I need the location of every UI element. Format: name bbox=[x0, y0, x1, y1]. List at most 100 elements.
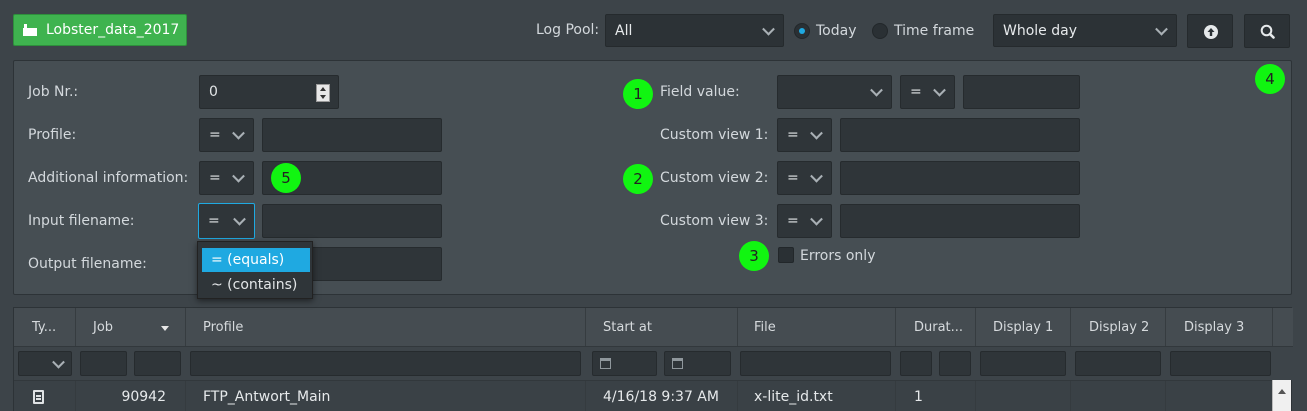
chevron-down-icon bbox=[933, 83, 946, 97]
job-filter-to[interactable] bbox=[134, 351, 181, 376]
column-header-duration[interactable]: Durat... bbox=[896, 308, 976, 346]
field-value-field-select[interactable] bbox=[777, 75, 892, 109]
cell-display-2 bbox=[1071, 381, 1166, 411]
dropdown-option-equals[interactable]: = (equals) bbox=[202, 248, 310, 272]
operator-dropdown-menu: = (equals) ~ (contains) bbox=[197, 241, 313, 299]
display-3-filter-input[interactable] bbox=[1170, 351, 1271, 376]
column-header-job[interactable]: Job bbox=[76, 308, 186, 346]
log-pool-value: All bbox=[615, 22, 633, 39]
annotation-marker-1: 1 bbox=[623, 79, 653, 109]
custom-view-3-input[interactable] bbox=[840, 204, 1080, 238]
chevron-down-icon bbox=[1155, 22, 1168, 36]
output-filename-label: Output filename: bbox=[28, 256, 147, 272]
cell-job: 90942 bbox=[76, 381, 186, 411]
calendar-icon[interactable] bbox=[600, 358, 611, 369]
search-button[interactable] bbox=[1244, 14, 1290, 48]
profile-operator-select[interactable]: = bbox=[199, 118, 254, 152]
column-header-profile[interactable]: Profile bbox=[186, 308, 586, 346]
custom-view-2-operator-select[interactable]: = bbox=[777, 161, 832, 195]
annotation-marker-2: 2 bbox=[623, 164, 653, 194]
field-value-operator-select[interactable]: = bbox=[900, 75, 955, 109]
cell-type bbox=[14, 381, 76, 411]
range-value: Whole day bbox=[1003, 22, 1077, 39]
column-header-type[interactable]: Ty... bbox=[14, 308, 76, 346]
profile-operator-value: = bbox=[209, 127, 221, 143]
display-1-filter-input[interactable] bbox=[980, 351, 1066, 376]
input-filename-operator-select[interactable]: = bbox=[198, 203, 255, 239]
custom-view-2-label: Custom view 2: bbox=[660, 170, 769, 186]
custom-view-1-operator-select[interactable]: = bbox=[777, 118, 832, 152]
input-filename-input[interactable] bbox=[262, 204, 442, 238]
additional-operator-value: = bbox=[209, 170, 221, 186]
log-pool-select[interactable]: All bbox=[605, 14, 784, 47]
field-value-input[interactable] bbox=[963, 75, 1080, 109]
annotation-marker-3: 3 bbox=[739, 241, 769, 271]
duration-filter-from[interactable] bbox=[900, 351, 932, 376]
cell-display-1 bbox=[976, 381, 1071, 411]
job-nr-label: Job Nr.: bbox=[28, 84, 79, 100]
additional-operator-select[interactable]: = bbox=[199, 161, 254, 195]
job-filter-from[interactable] bbox=[80, 351, 127, 376]
job-nr-value: 0 bbox=[209, 84, 218, 100]
errors-only-checkbox[interactable] bbox=[778, 247, 794, 263]
search-icon bbox=[1260, 24, 1275, 39]
field-value-label: Field value: bbox=[660, 84, 740, 100]
column-header-display-3[interactable]: Display 3 bbox=[1166, 308, 1273, 346]
profile-selector-button[interactable]: Lobster_data_2017 bbox=[13, 14, 187, 46]
cell-duration: 1 bbox=[896, 381, 976, 411]
sort-descending-icon bbox=[161, 326, 169, 331]
job-nr-input[interactable]: 0 bbox=[199, 75, 339, 109]
chevron-down-icon bbox=[810, 126, 823, 140]
upload-button[interactable] bbox=[1187, 14, 1233, 48]
column-header-display-2[interactable]: Display 2 bbox=[1071, 308, 1166, 346]
profile-input[interactable] bbox=[262, 118, 442, 152]
chevron-down-icon bbox=[810, 169, 823, 183]
radio-today[interactable] bbox=[794, 23, 810, 39]
additional-information-label: Additional information: bbox=[28, 170, 189, 186]
custom-view-1-input[interactable] bbox=[840, 118, 1080, 152]
cell-profile: FTP_Antwort_Main bbox=[186, 381, 586, 411]
chevron-down-icon bbox=[810, 212, 823, 226]
chevron-down-icon bbox=[233, 212, 246, 226]
custom-view-3-label: Custom view 3: bbox=[660, 213, 769, 229]
chevron-down-icon bbox=[762, 22, 775, 36]
custom-view-2-input[interactable] bbox=[840, 161, 1080, 195]
file-filter-input[interactable] bbox=[740, 351, 891, 376]
document-icon bbox=[33, 390, 44, 404]
type-filter-select[interactable] bbox=[18, 351, 72, 376]
range-select[interactable]: Whole day bbox=[993, 14, 1177, 47]
custom-view-1-operator-value: = bbox=[787, 127, 799, 143]
custom-view-1-label: Custom view 1: bbox=[660, 127, 769, 143]
log-pool-label: Log Pool: bbox=[536, 22, 600, 38]
table-row[interactable]: 90942 FTP_Antwort_Main 4/16/18 9:37 AM x… bbox=[14, 380, 1273, 411]
radio-time-frame[interactable] bbox=[872, 23, 888, 39]
spinner-icon[interactable] bbox=[316, 84, 330, 102]
calendar-icon[interactable] bbox=[672, 358, 683, 369]
custom-view-2-operator-value: = bbox=[787, 170, 799, 186]
radio-time-frame-label: Time frame bbox=[894, 23, 975, 39]
chevron-down-icon bbox=[870, 83, 883, 97]
top-bar: Lobster_data_2017 Log Pool: All Today Ti… bbox=[0, 0, 1307, 60]
cell-start-at: 4/16/18 9:37 AM bbox=[586, 381, 738, 411]
vertical-scrollbar[interactable] bbox=[1272, 380, 1291, 411]
start-at-filter-from[interactable] bbox=[592, 351, 657, 376]
log-grid: Ty... Job Profile Start at File Durat...… bbox=[13, 307, 1293, 411]
start-at-filter-to[interactable] bbox=[664, 351, 731, 376]
dropdown-option-contains[interactable]: ~ (contains) bbox=[202, 273, 310, 297]
column-header-display-1[interactable]: Display 1 bbox=[976, 308, 1071, 346]
profile-filter-input[interactable] bbox=[190, 351, 581, 376]
field-value-operator-value: = bbox=[910, 84, 922, 100]
grid-header: Ty... Job Profile Start at File Durat...… bbox=[14, 308, 1293, 346]
profile-label: Profile: bbox=[28, 127, 77, 143]
annotation-marker-5: 5 bbox=[271, 163, 301, 193]
display-2-filter-input[interactable] bbox=[1075, 351, 1161, 376]
errors-only-label: Errors only bbox=[800, 248, 876, 264]
circle-arrow-up-icon bbox=[1204, 25, 1218, 39]
input-filename-operator-value: = bbox=[208, 213, 220, 229]
custom-view-3-operator-select[interactable]: = bbox=[777, 204, 832, 238]
column-header-file[interactable]: File bbox=[738, 308, 896, 346]
duration-filter-to[interactable] bbox=[939, 351, 971, 376]
profile-selector-label: Lobster_data_2017 bbox=[46, 22, 180, 38]
column-header-start-at[interactable]: Start at bbox=[586, 308, 738, 346]
grid-filter-row bbox=[14, 346, 1293, 380]
